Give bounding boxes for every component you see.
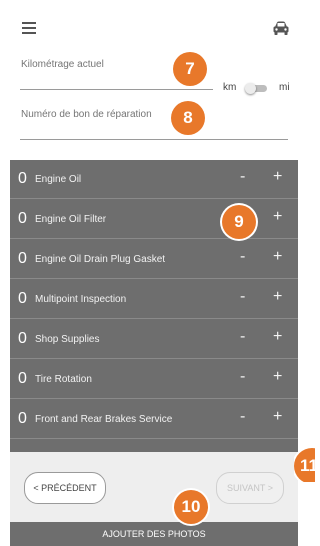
increment-button[interactable]: + bbox=[273, 249, 282, 265]
decrement-button[interactable]: - bbox=[240, 289, 245, 305]
decrement-button[interactable]: - bbox=[240, 169, 245, 185]
service-row: 0 Tire Rotation - + bbox=[10, 360, 298, 399]
add-photos-button[interactable]: AJOUTER DES PHOTOS bbox=[10, 522, 298, 546]
decrement-button[interactable]: - bbox=[240, 409, 245, 425]
service-name: Engine Oil bbox=[35, 174, 82, 185]
service-name: Front and Rear Brakes Service bbox=[35, 414, 173, 425]
service-qty: 0 bbox=[18, 370, 27, 387]
increment-button[interactable]: + bbox=[273, 169, 282, 185]
service-row: 0 Shop Supplies - + bbox=[10, 320, 298, 359]
hamburger-menu-icon[interactable] bbox=[22, 22, 36, 34]
repair-order-underline bbox=[20, 139, 288, 140]
car-icon[interactable] bbox=[272, 20, 290, 36]
next-button[interactable]: SUIVANT > bbox=[216, 472, 284, 504]
decrement-button[interactable]: - bbox=[240, 329, 245, 345]
service-qty: 0 bbox=[18, 250, 27, 267]
decrement-button[interactable]: - bbox=[240, 369, 245, 385]
increment-button[interactable]: + bbox=[273, 329, 282, 345]
service-name: Tire Rotation bbox=[35, 374, 92, 385]
service-name: Engine Oil Drain Plug Gasket bbox=[35, 254, 166, 265]
service-qty: 0 bbox=[18, 170, 27, 187]
badge-7: 7 bbox=[173, 52, 207, 86]
service-qty: 0 bbox=[18, 210, 27, 227]
service-name: Multipoint Inspection bbox=[35, 294, 127, 305]
increment-button[interactable]: + bbox=[273, 369, 282, 385]
service-name: Shop Supplies bbox=[35, 334, 100, 345]
service-qty: 0 bbox=[18, 410, 27, 427]
badge-9: 9 bbox=[222, 205, 256, 239]
badge-8: 8 bbox=[171, 101, 205, 135]
increment-button[interactable]: + bbox=[273, 409, 282, 425]
service-row: 0 Engine Oil Drain Plug Gasket - + bbox=[10, 240, 298, 279]
service-row: 0 Front and Rear Brakes Service - + bbox=[10, 400, 298, 439]
badge-11-clip: 11 bbox=[294, 448, 315, 482]
unit-mi-label: mi bbox=[279, 82, 290, 93]
footer-nav: < PRÉCÉDENT SUIVANT > AJOUTER DES PHOTOS bbox=[10, 452, 298, 546]
badge-11: 11 bbox=[294, 448, 315, 482]
mileage-underline bbox=[20, 89, 213, 90]
increment-button[interactable]: + bbox=[273, 289, 282, 305]
service-name: Engine Oil Filter bbox=[35, 214, 107, 225]
unit-km-label: km bbox=[223, 82, 237, 93]
service-qty: 0 bbox=[18, 330, 27, 347]
badge-10: 10 bbox=[174, 490, 208, 524]
decrement-button[interactable]: - bbox=[240, 249, 245, 265]
previous-button[interactable]: < PRÉCÉDENT bbox=[24, 472, 106, 504]
repair-order-input[interactable] bbox=[21, 107, 271, 121]
toggle-knob bbox=[245, 83, 256, 94]
unit-toggle[interactable] bbox=[245, 83, 267, 94]
service-row: 0 Multipoint Inspection - + bbox=[10, 280, 298, 319]
services-list: 0 Engine Oil - + 0 Engine Oil Filter - +… bbox=[10, 160, 298, 452]
service-row: 0 Engine Oil - + bbox=[10, 160, 298, 199]
app-screen: km mi 7 8 0 Engine Oil - + 0 Engine Oil … bbox=[10, 8, 298, 546]
increment-button[interactable]: + bbox=[273, 209, 282, 225]
service-qty: 0 bbox=[18, 290, 27, 307]
